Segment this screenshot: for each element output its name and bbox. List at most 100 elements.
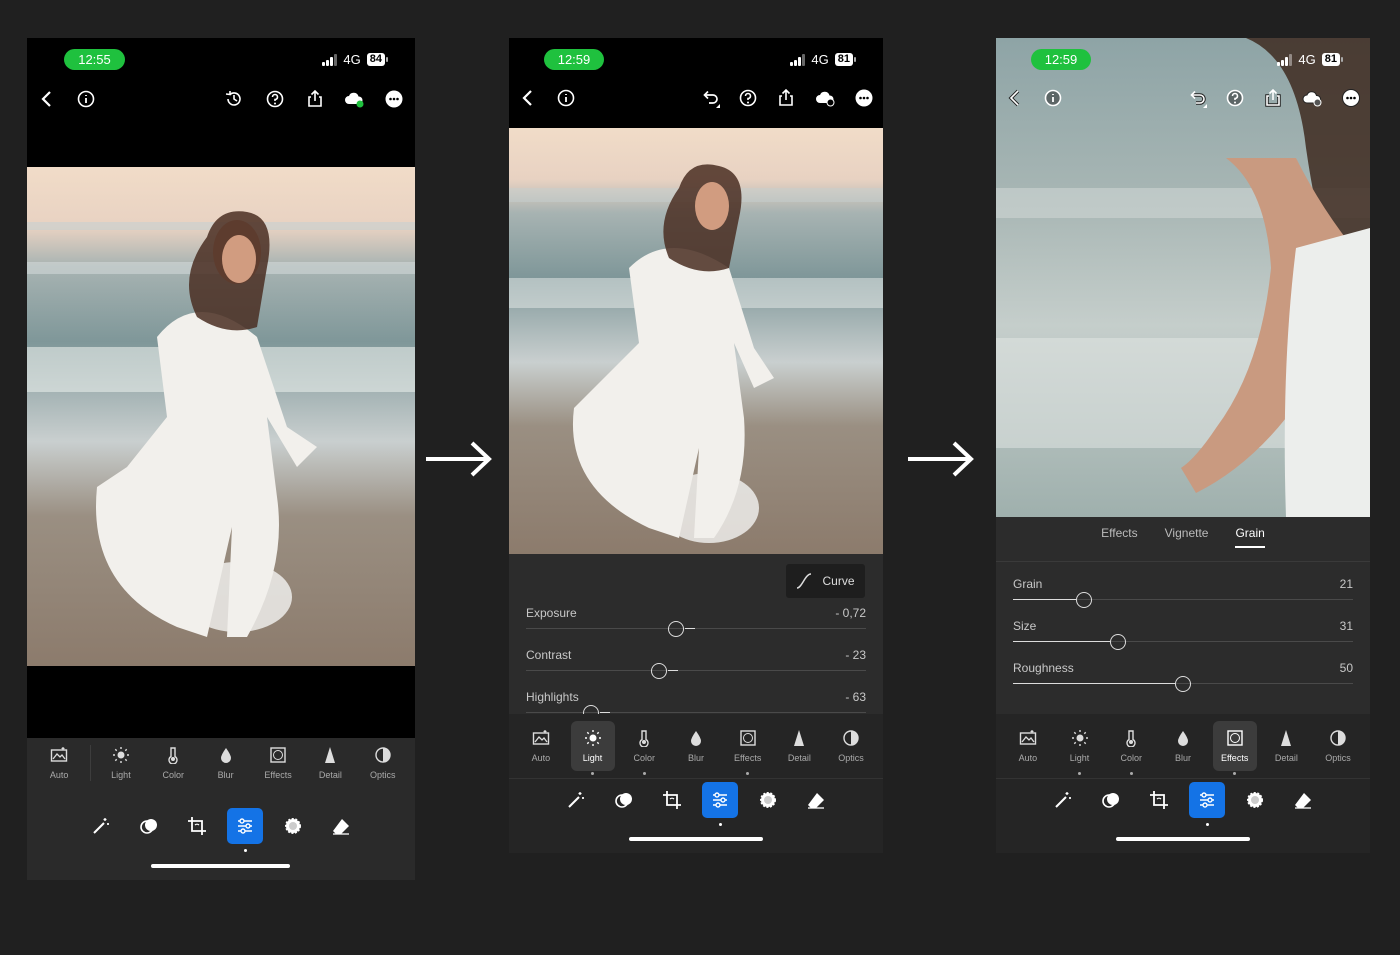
auto-icon — [1019, 730, 1037, 745]
optics-icon — [843, 730, 859, 746]
light-icon — [584, 730, 601, 746]
back-chevron-icon[interactable] — [36, 88, 58, 110]
help-icon[interactable] — [264, 88, 286, 110]
tool-detail[interactable]: Detail — [777, 721, 821, 771]
battery-icon: 81 — [1321, 53, 1344, 66]
info-icon[interactable] — [555, 87, 577, 109]
effects-icon — [270, 747, 286, 763]
tool-effects[interactable]: Effects — [726, 721, 770, 775]
curve-button[interactable]: Curve — [786, 564, 865, 598]
tool-color[interactable]: Color — [151, 738, 195, 788]
effects-icon — [1226, 730, 1243, 746]
masking-icon[interactable] — [1093, 782, 1129, 818]
tool-auto[interactable]: Auto — [37, 738, 81, 788]
effects-tabs: Effects Vignette Grain — [996, 526, 1370, 548]
tool-effects[interactable]: Effects — [256, 738, 300, 788]
more-icon[interactable] — [383, 88, 405, 110]
adjust-icon[interactable] — [702, 782, 738, 826]
network-label: 4G — [811, 52, 829, 67]
undo-icon[interactable] — [699, 87, 721, 109]
crop-icon[interactable] — [1141, 782, 1177, 818]
share-icon[interactable] — [775, 87, 797, 109]
history-icon[interactable] — [223, 88, 245, 110]
undo-icon[interactable] — [1186, 87, 1208, 109]
tool-detail[interactable]: Detail — [308, 738, 352, 788]
slider-thumb[interactable] — [1110, 634, 1127, 650]
tab-grain[interactable]: Grain — [1235, 526, 1266, 548]
tool-light[interactable]: Light — [99, 738, 143, 788]
help-icon[interactable] — [1224, 87, 1246, 109]
healing-icon[interactable] — [275, 808, 311, 844]
tool-optics[interactable]: Optics — [829, 721, 873, 771]
eraser-icon[interactable] — [323, 808, 359, 844]
signal-icon — [1277, 53, 1293, 66]
share-icon[interactable] — [1262, 87, 1284, 109]
tool-color[interactable]: Color — [1109, 721, 1153, 775]
tool-light[interactable]: Light — [1058, 721, 1102, 775]
more-icon[interactable] — [1340, 87, 1362, 109]
tool-label: Color — [1120, 753, 1142, 763]
tool-row: Auto Light Color Blur Effects Detail Opt… — [27, 738, 415, 788]
cloud-sync-icon[interactable] — [343, 88, 365, 110]
eraser-icon[interactable] — [1285, 782, 1321, 818]
slider-fill — [1013, 641, 1111, 642]
tool-label: Detail — [1274, 753, 1298, 763]
slider-fill — [667, 670, 678, 671]
status-bar: 4G 84 — [322, 52, 389, 67]
back-chevron-icon[interactable] — [1004, 87, 1026, 109]
photo-preview[interactable] — [509, 128, 883, 554]
cloud-sync-icon[interactable] — [814, 87, 836, 109]
adjust-icon[interactable] — [227, 808, 263, 852]
tool-detail[interactable]: Detail — [1264, 721, 1308, 771]
tab-vignette[interactable]: Vignette — [1165, 526, 1209, 540]
tab-effects[interactable]: Effects — [1101, 526, 1137, 540]
tool-optics[interactable]: Optics — [361, 738, 405, 788]
magic-wand-icon[interactable] — [83, 808, 119, 844]
eraser-icon[interactable] — [798, 782, 834, 818]
tool-color[interactable]: Color — [622, 721, 666, 775]
more-icon[interactable] — [853, 87, 875, 109]
cloud-sync-icon[interactable] — [1301, 87, 1323, 109]
slider-contrast[interactable]: Contrast - 23 — [526, 648, 866, 690]
tool-label: Effects — [264, 770, 292, 780]
slider-thumb[interactable] — [650, 663, 667, 679]
healing-icon[interactable] — [1237, 782, 1273, 818]
magic-wand-icon[interactable] — [558, 782, 594, 818]
tool-auto[interactable]: Auto — [1006, 721, 1050, 771]
tool-blur[interactable]: Blur — [204, 738, 248, 788]
color-icon — [1126, 730, 1136, 747]
slider-thumb[interactable] — [667, 621, 684, 637]
crop-icon[interactable] — [654, 782, 690, 818]
help-icon[interactable] — [737, 87, 759, 109]
info-icon[interactable] — [75, 88, 97, 110]
tool-optics[interactable]: Optics — [1316, 721, 1360, 771]
tool-blur[interactable]: Blur — [1161, 721, 1205, 771]
tool-effects[interactable]: Effects — [1212, 721, 1257, 775]
tool-blur[interactable]: Blur — [674, 721, 718, 771]
back-chevron-icon[interactable] — [517, 87, 539, 109]
slider-thumb[interactable] — [1175, 676, 1191, 692]
masking-icon[interactable] — [606, 782, 642, 818]
crop-icon[interactable] — [179, 808, 215, 844]
adjust-icon[interactable] — [1189, 782, 1225, 826]
slider-size[interactable]: Size 31 — [1013, 619, 1353, 661]
masking-icon[interactable] — [131, 808, 167, 844]
slider-value: - 0,72 — [835, 606, 866, 620]
slider-thumb[interactable] — [1076, 592, 1093, 608]
slider-track — [526, 712, 866, 713]
slider-roughness[interactable]: Roughness 50 — [1013, 661, 1353, 703]
magic-wand-icon[interactable] — [1045, 782, 1081, 818]
tool-label: Light — [111, 770, 131, 780]
tool-auto[interactable]: Auto — [519, 721, 563, 771]
divider — [996, 561, 1370, 562]
bottom-toolbar — [27, 808, 415, 852]
tool-label: Blur — [687, 753, 704, 763]
healing-icon[interactable] — [750, 782, 786, 818]
slider-grain[interactable]: Grain 21 — [1013, 577, 1353, 619]
detail-icon — [1281, 730, 1292, 746]
slider-exposure[interactable]: Exposure - 0,72 — [526, 606, 866, 648]
share-icon[interactable] — [304, 88, 326, 110]
tool-light[interactable]: Light — [570, 721, 615, 775]
photo-preview[interactable] — [27, 167, 415, 666]
info-icon[interactable] — [1042, 87, 1064, 109]
